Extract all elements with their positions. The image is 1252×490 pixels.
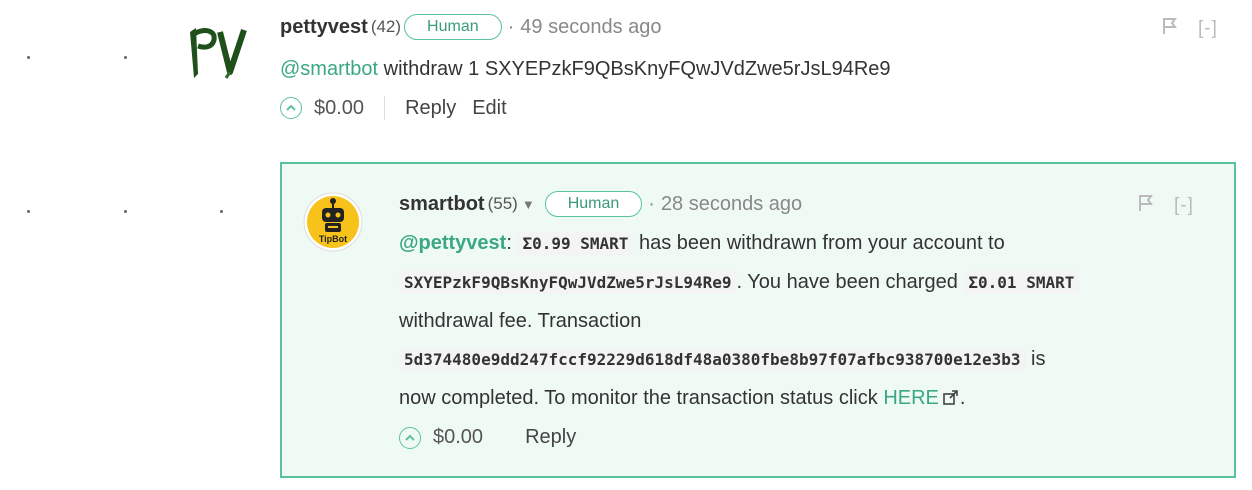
author-reputation: (55) [487,194,518,213]
reply-button[interactable]: Reply [525,426,576,449]
here-link[interactable]: HERE [883,387,939,409]
address-code: SXYEPzkF9QBsKnyFQwJVdZwe5rJsL94Re9 [399,271,737,294]
separator: · [507,15,515,38]
comment-tools: [-] [1136,193,1194,219]
comment-body: @smartbot withdraw 1 SXYEPzkF9QBsKnyFQwJ… [280,50,891,88]
separator: · [648,192,655,215]
body-line: now completed. To monitor the transactio… [399,379,1079,417]
timestamp[interactable]: 49 seconds ago [520,16,661,39]
comment-actions: $0.00 Reply [399,426,592,449]
upvote-icon[interactable] [280,97,302,119]
comment-tools: [-] [1160,16,1218,42]
user-mention[interactable]: @pettyvest [399,232,506,254]
pv-logo-icon [190,28,247,79]
author-name[interactable]: smartbot [399,193,485,216]
comment-header: smartbot (55) ▼ Human · 28 seconds ago [399,191,802,217]
tipbot-robot-icon: TipBot [303,192,363,252]
body-line: withdrawal fee. Transaction [399,302,1079,340]
comment-text: withdraw 1 SXYEPzkF9QBsKnyFQwJVdZwe5rJsL… [378,58,891,80]
payout-value[interactable]: $0.00 [433,426,483,449]
body-text-3: withdrawal fee. Transaction [399,310,642,332]
body-text-4: is [1025,348,1046,370]
body-text-2: . You have been charged [736,271,964,293]
human-badge: Human [544,191,643,217]
collapse-button[interactable]: [-] [1174,195,1194,217]
flag-icon[interactable] [1160,16,1180,42]
collapse-button[interactable]: [-] [1198,18,1218,40]
body-line: SXYEPzkF9QBsKnyFQwJVdZwe5rJsL94Re9. You … [399,263,1080,302]
thread-dot [220,210,223,213]
body-line: @pettyvest: Σ0.99 SMART has been withdra… [399,224,1079,263]
comment-body: @pettyvest: Σ0.99 SMART has been withdra… [399,224,1080,417]
comment-actions: $0.00 Reply Edit [280,96,523,120]
timestamp[interactable]: 28 seconds ago [661,193,802,216]
divider [384,96,386,120]
comment-header: pettyvest (42) Human · 49 seconds ago [280,14,662,40]
author-reputation: (42) [370,17,402,36]
body-text-1: has been withdrawn from your account to [633,232,1005,254]
upvote-icon[interactable] [399,426,421,449]
body-text-5: now completed. To monitor the transactio… [399,387,884,409]
author-name[interactable]: pettyvest [280,16,368,39]
amount-code: Σ0.99 SMART [517,232,634,255]
txid-code: 5d374480e9dd247fccf92229d618df48a0380fbe… [399,348,1026,371]
dropdown-caret-icon[interactable]: ▼ [522,197,535,212]
body-text-6: . [959,387,966,409]
flag-icon[interactable] [1136,193,1156,219]
payout-value[interactable]: $0.00 [314,97,364,120]
edit-button[interactable]: Edit [472,97,506,120]
fee-code: Σ0.01 SMART [963,271,1080,294]
body-line: 5d374480e9dd247fccf92229d618df48a0380fbe… [399,340,1079,379]
human-badge: Human [404,14,502,40]
avatar[interactable]: TipBot [303,192,363,252]
thread-dot [124,210,127,213]
thread-dot [27,210,30,213]
user-mention[interactable]: @smartbot [280,58,378,80]
avatar[interactable] [186,24,250,80]
comment-pettyvest: pettyvest (42) Human · 49 seconds ago [-… [0,0,1252,150]
reply-button[interactable]: Reply [405,97,456,120]
colon: : [506,232,512,254]
external-link-icon[interactable] [939,387,960,409]
avatar-label: TipBot [319,234,347,244]
